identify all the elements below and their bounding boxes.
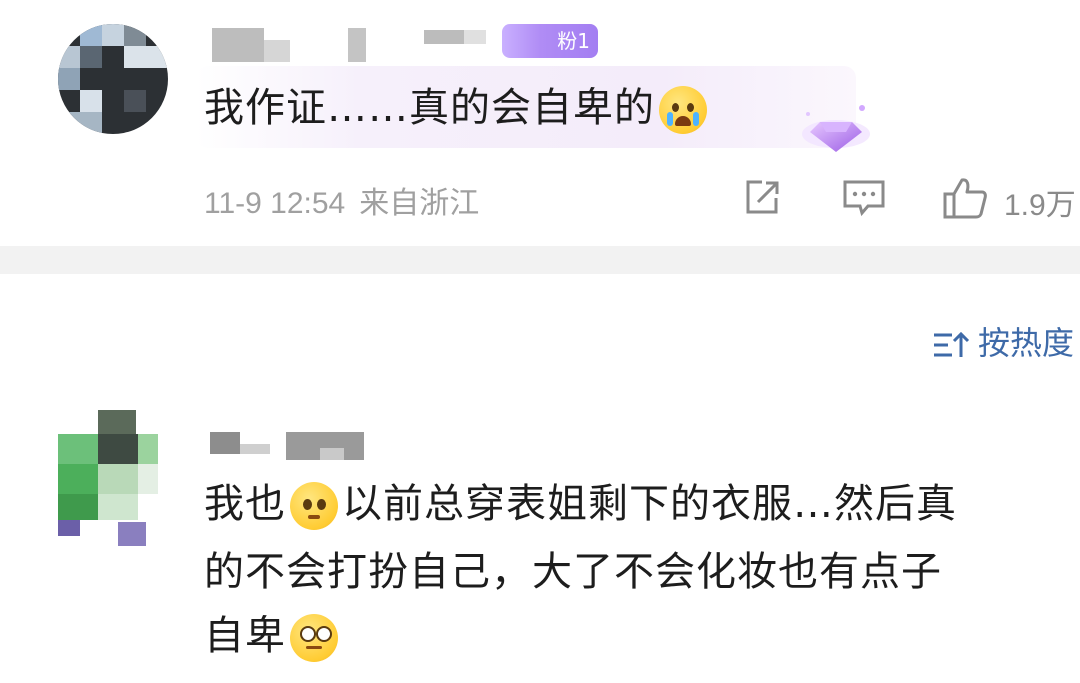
comment-body: 我也: [204, 481, 286, 527]
comment-text-line-2: 的不会打扮自己，大了不会化妆也有点子: [204, 544, 942, 600]
avatar[interactable]: [58, 410, 158, 546]
comment-body: 我作证……真的会自卑的: [204, 85, 655, 131]
username-redacted: [240, 444, 270, 454]
comment-body: 自卑: [204, 613, 286, 659]
sort-by-hot-button[interactable]: 按热度: [932, 318, 1074, 364]
comment-icon[interactable]: [842, 178, 886, 218]
username-redacted: [320, 448, 344, 460]
section-divider: [0, 246, 1080, 274]
username-redacted: [464, 30, 486, 44]
username-redacted: [264, 40, 290, 62]
fan-badge-label: 粉1: [557, 29, 590, 53]
loudly-crying-face-icon: [659, 86, 707, 134]
comment-body: 以前总穿表姐剩下的衣服…然后真: [342, 481, 957, 527]
gem-decoration-icon: [802, 105, 870, 152]
avatar[interactable]: [58, 24, 168, 134]
face-with-rolling-eyes-icon: [290, 614, 338, 662]
sort-icon: [934, 331, 970, 357]
comment-text: 我作证……真的会自卑的: [204, 80, 711, 136]
username-redacted: [424, 30, 464, 44]
comment-text-line-3: 自卑: [204, 608, 342, 664]
username-redacted[interactable]: [210, 432, 240, 454]
comment-text-line-1: 我也 以前总穿表姐剩下的衣服…然后真: [204, 476, 957, 532]
like-thumb-icon[interactable]: [942, 176, 988, 220]
comment-location: 来自浙江: [359, 187, 480, 220]
comment-meta: 11-9 12:54 来自浙江: [204, 178, 493, 222]
share-icon[interactable]: [742, 178, 782, 218]
sort-label: 按热度: [978, 324, 1075, 362]
comment-body: 的不会打扮自己，大了不会化妆也有点子: [204, 549, 942, 595]
username-redacted: [348, 28, 366, 62]
like-count: 1.9万: [1004, 189, 1076, 222]
pleading-face-icon: [290, 482, 338, 530]
username-redacted[interactable]: [212, 28, 264, 62]
fan-badge[interactable]: 粉1: [502, 24, 598, 58]
comment-time: 11-9 12:54: [204, 187, 346, 220]
